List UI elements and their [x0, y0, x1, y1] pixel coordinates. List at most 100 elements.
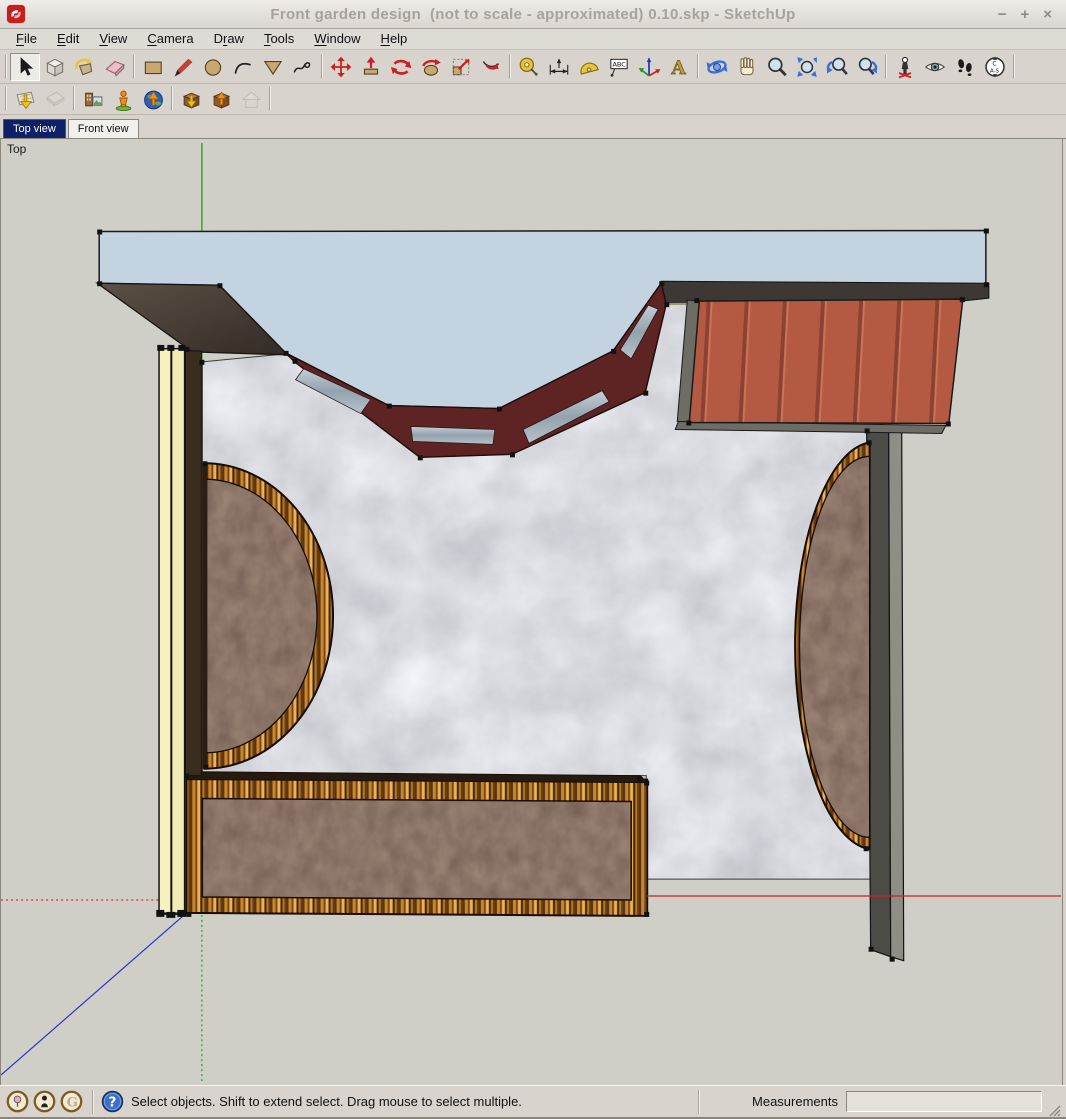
- menu-camera[interactable]: Camera: [137, 30, 203, 48]
- sketchup-logo-icon: [6, 4, 26, 24]
- tool-add-new-building-button[interactable]: [108, 85, 138, 113]
- tool-share-model-button[interactable]: [206, 85, 236, 113]
- boundary-wall[interactable]: [867, 429, 904, 960]
- toolbar-separator: [5, 55, 7, 79]
- tool-toggle-terrain-button[interactable]: [40, 85, 70, 113]
- tool-protractor-button[interactable]: [574, 53, 604, 81]
- drawing-viewport[interactable]: Top: [0, 139, 1063, 1085]
- tool-follow-me-button[interactable]: [416, 53, 446, 81]
- toolbar-separator: [697, 55, 699, 79]
- tool-walk-button[interactable]: [950, 53, 980, 81]
- tool-get-current-view-button[interactable]: [10, 85, 40, 113]
- tool-orbit-button[interactable]: [702, 53, 732, 81]
- google-toolbar: [0, 84, 1066, 115]
- scene-tab-front-view[interactable]: Front view: [68, 119, 139, 138]
- toolbar-separator: [5, 87, 7, 111]
- view-name-label: Top: [7, 142, 26, 156]
- measurements-separator: [698, 1090, 700, 1114]
- tool-axes-button[interactable]: [634, 53, 664, 81]
- toolbar-separator: [885, 55, 887, 79]
- fence-wood-strip: [185, 351, 201, 776]
- title-bar: Front garden design (not to scale - appr…: [0, 0, 1066, 29]
- menu-edit[interactable]: Edit: [47, 30, 89, 48]
- tool-dimensions-button[interactable]: [544, 53, 574, 81]
- geo-balloon-icon[interactable]: [5, 1089, 30, 1114]
- bay-glass-pane[interactable]: [411, 426, 495, 444]
- tool-line-button[interactable]: [168, 53, 198, 81]
- toolbar-separator: [509, 55, 511, 79]
- status-separator: [92, 1090, 94, 1114]
- tool-zoom-extents-button[interactable]: [792, 53, 822, 81]
- svg-text:C: C: [992, 60, 996, 67]
- tool-zoom-button[interactable]: [762, 53, 792, 81]
- main-toolbar: ABC A CA-S: [0, 50, 1066, 84]
- tool-section-plane-button[interactable]: CA-S: [980, 53, 1010, 81]
- tool-zoom-next-button[interactable]: [852, 53, 882, 81]
- tool-position-camera-button[interactable]: [890, 53, 920, 81]
- status-bar: G ? Select objects. Shift to extend sele…: [0, 1085, 1066, 1117]
- garage-roof[interactable]: [675, 299, 963, 433]
- google-g-icon[interactable]: G: [59, 1089, 84, 1114]
- menu-bar: FileEditViewCameraDrawToolsWindowHelp: [0, 29, 1066, 50]
- scene-tab-bar: Top viewFront view: [0, 115, 1066, 139]
- status-icons: G: [5, 1089, 86, 1114]
- help-icon[interactable]: ?: [100, 1089, 125, 1114]
- toolbar-separator: [269, 87, 271, 111]
- tool-select-button[interactable]: [10, 53, 40, 81]
- scene-tab-top-view[interactable]: Top view: [3, 119, 66, 138]
- maximize-button[interactable]: +: [1020, 7, 1029, 22]
- svg-text:A: A: [670, 58, 686, 79]
- toolbar-separator: [133, 55, 135, 79]
- tool-tape-measure-button[interactable]: [514, 53, 544, 81]
- menu-file[interactable]: File: [6, 30, 47, 48]
- close-button[interactable]: ×: [1043, 7, 1052, 22]
- person-icon[interactable]: [32, 1089, 57, 1114]
- tool-share-component-button[interactable]: [236, 85, 266, 113]
- svg-text:G: G: [67, 1095, 78, 1110]
- tool-rotate-button[interactable]: [386, 53, 416, 81]
- resize-grip[interactable]: [1047, 1103, 1061, 1117]
- tool-polygon-button[interactable]: [258, 53, 288, 81]
- sketchup-window: Front garden design (not to scale - appr…: [0, 0, 1066, 1119]
- tool-circle-button[interactable]: [198, 53, 228, 81]
- window-title: Front garden design (not to scale - appr…: [0, 6, 1066, 23]
- tool-offset-button[interactable]: [476, 53, 506, 81]
- toolbar-separator: [171, 87, 173, 111]
- svg-text:A-S: A-S: [990, 68, 1000, 74]
- minimize-button[interactable]: −: [998, 7, 1007, 22]
- tool-arc-button[interactable]: [228, 53, 258, 81]
- window-controls: − + ×: [998, 7, 1066, 22]
- tool-get-models-button[interactable]: [176, 85, 206, 113]
- model-canvas[interactable]: [1, 139, 1062, 1085]
- status-hint: Select objects. Shift to extend select. …: [131, 1094, 522, 1109]
- tool-paint-bucket-button[interactable]: [70, 53, 100, 81]
- toolbar-separator: [1013, 55, 1015, 79]
- tool-push-pull-button[interactable]: [356, 53, 386, 81]
- measurements-input[interactable]: [846, 1091, 1042, 1112]
- svg-text:ABC: ABC: [612, 60, 626, 68]
- tool-rectangle-button[interactable]: [138, 53, 168, 81]
- menu-view[interactable]: View: [89, 30, 137, 48]
- toolbar-separator: [73, 87, 75, 111]
- tool-text-button[interactable]: ABC: [604, 53, 634, 81]
- tool-make-component-button[interactable]: [40, 53, 70, 81]
- menu-draw[interactable]: Draw: [204, 30, 254, 48]
- tool-eraser-button[interactable]: [100, 53, 130, 81]
- blue-axis: [1, 900, 201, 1075]
- bottom-raised-bed[interactable]: [186, 772, 647, 916]
- tool-move-button[interactable]: [326, 53, 356, 81]
- tool-zoom-previous-button[interactable]: [822, 53, 852, 81]
- menu-window[interactable]: Window: [304, 30, 370, 48]
- menu-help[interactable]: Help: [371, 30, 418, 48]
- menu-tools[interactable]: Tools: [254, 30, 304, 48]
- toolbar-separator: [321, 55, 323, 79]
- tool-photo-textures-button[interactable]: [78, 85, 108, 113]
- tool-look-around-button[interactable]: [920, 53, 950, 81]
- tool-freehand-button[interactable]: [288, 53, 318, 81]
- tool-pan-button[interactable]: [732, 53, 762, 81]
- tool-google-earth-button[interactable]: [138, 85, 168, 113]
- bed-flat-edge: [202, 463, 207, 768]
- tool-3d-text-button[interactable]: A: [664, 53, 694, 81]
- tool-scale-button[interactable]: [446, 53, 476, 81]
- svg-text:?: ?: [109, 1095, 117, 1111]
